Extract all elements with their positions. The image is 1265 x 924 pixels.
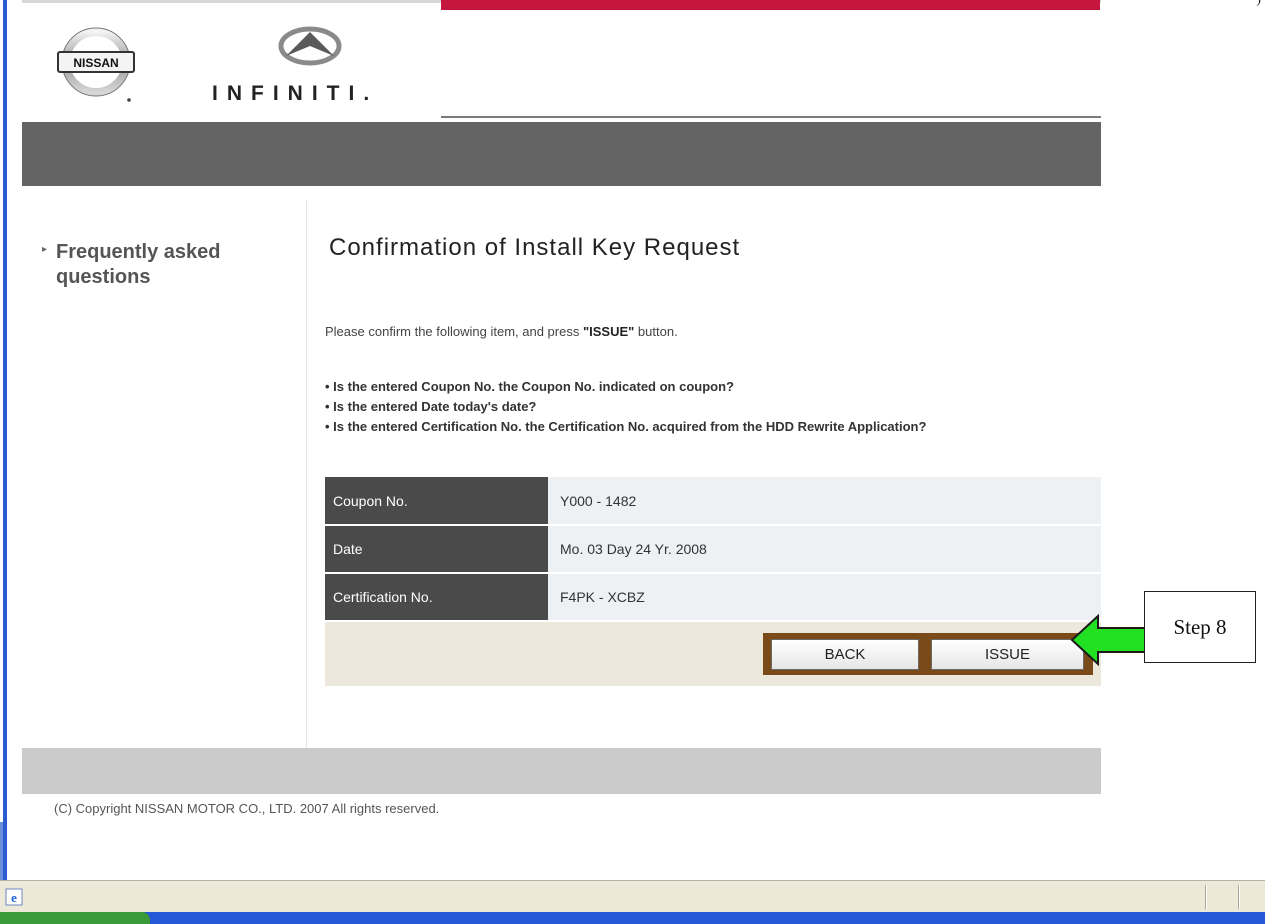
row-label: Certification No.: [325, 573, 548, 622]
window-left-border: [3, 0, 7, 880]
instruction-suffix: button.: [634, 324, 678, 339]
confirmation-table: Coupon No. Y000 - 1482 Date Mo. 03 Day 2…: [325, 477, 1101, 622]
checklist-item: • Is the entered Coupon No. the Coupon N…: [325, 379, 734, 394]
sidebar: ▸ Frequently asked questions: [22, 200, 307, 748]
instruction-emphasis: "ISSUE": [582, 324, 635, 339]
row-label: Coupon No.: [325, 477, 548, 526]
browser-window: ) NISSAN INFINITI. ▸ F: [0, 0, 1265, 924]
status-divider: [1238, 885, 1240, 909]
status-bar: e: [0, 880, 1265, 912]
table-row: Certification No. F4PK - XCBZ: [325, 573, 1101, 622]
back-button[interactable]: BACK: [771, 639, 919, 670]
row-value: F4PK - XCBZ: [548, 573, 1101, 622]
triangle-right-icon: ▸: [42, 244, 48, 255]
copyright-text: (C) Copyright NISSAN MOTOR CO., LTD. 200…: [54, 801, 440, 816]
nissan-logo: NISSAN: [56, 24, 156, 106]
window-left-edge: [0, 0, 22, 882]
instruction-prefix: Please confirm the following item, and p…: [325, 324, 583, 339]
page-title: Confirmation of Install Key Request: [329, 234, 741, 261]
instruction-text: Please confirm the following item, and p…: [325, 324, 678, 339]
checklist-item: • Is the entered Certification No. the C…: [325, 419, 927, 434]
ie-page-icon: e: [5, 888, 23, 906]
nissan-logo-text: NISSAN: [73, 56, 118, 70]
corner-text: ): [1256, 0, 1261, 8]
row-value: Y000 - 1482: [548, 477, 1101, 526]
brand-red-bar: [441, 0, 1100, 10]
infiniti-logo: INFINITI.: [212, 22, 422, 112]
navigation-band: [22, 122, 1101, 186]
window-left-marker: [0, 822, 3, 882]
status-divider: [1205, 885, 1207, 909]
svg-text:e: e: [11, 890, 17, 905]
issue-button[interactable]: ISSUE: [931, 639, 1084, 670]
sidebar-item-faq[interactable]: Frequently asked questions: [56, 240, 296, 290]
taskbar: [0, 912, 1265, 924]
table-row: Coupon No. Y000 - 1482: [325, 477, 1101, 526]
table-row: Date Mo. 03 Day 24 Yr. 2008: [325, 525, 1101, 574]
header-divider: [441, 116, 1101, 118]
row-value: Mo. 03 Day 24 Yr. 2008: [548, 525, 1101, 574]
step-callout: Step 8: [1144, 591, 1256, 663]
page-header: [22, 10, 1101, 115]
arrow-left-icon: [1070, 614, 1149, 666]
page-right-margin: [1101, 0, 1265, 880]
footer-band: [22, 748, 1101, 794]
button-highlight-frame: BACK ISSUE: [763, 633, 1093, 675]
checklist-item: • Is the entered Date today's date?: [325, 399, 537, 414]
button-bar: BACK ISSUE: [325, 622, 1101, 686]
infiniti-wordmark: INFINITI.: [212, 82, 379, 105]
checklist: • Is the entered Coupon No. the Coupon N…: [325, 377, 1085, 437]
start-button[interactable]: [0, 912, 150, 924]
row-label: Date: [325, 525, 548, 574]
